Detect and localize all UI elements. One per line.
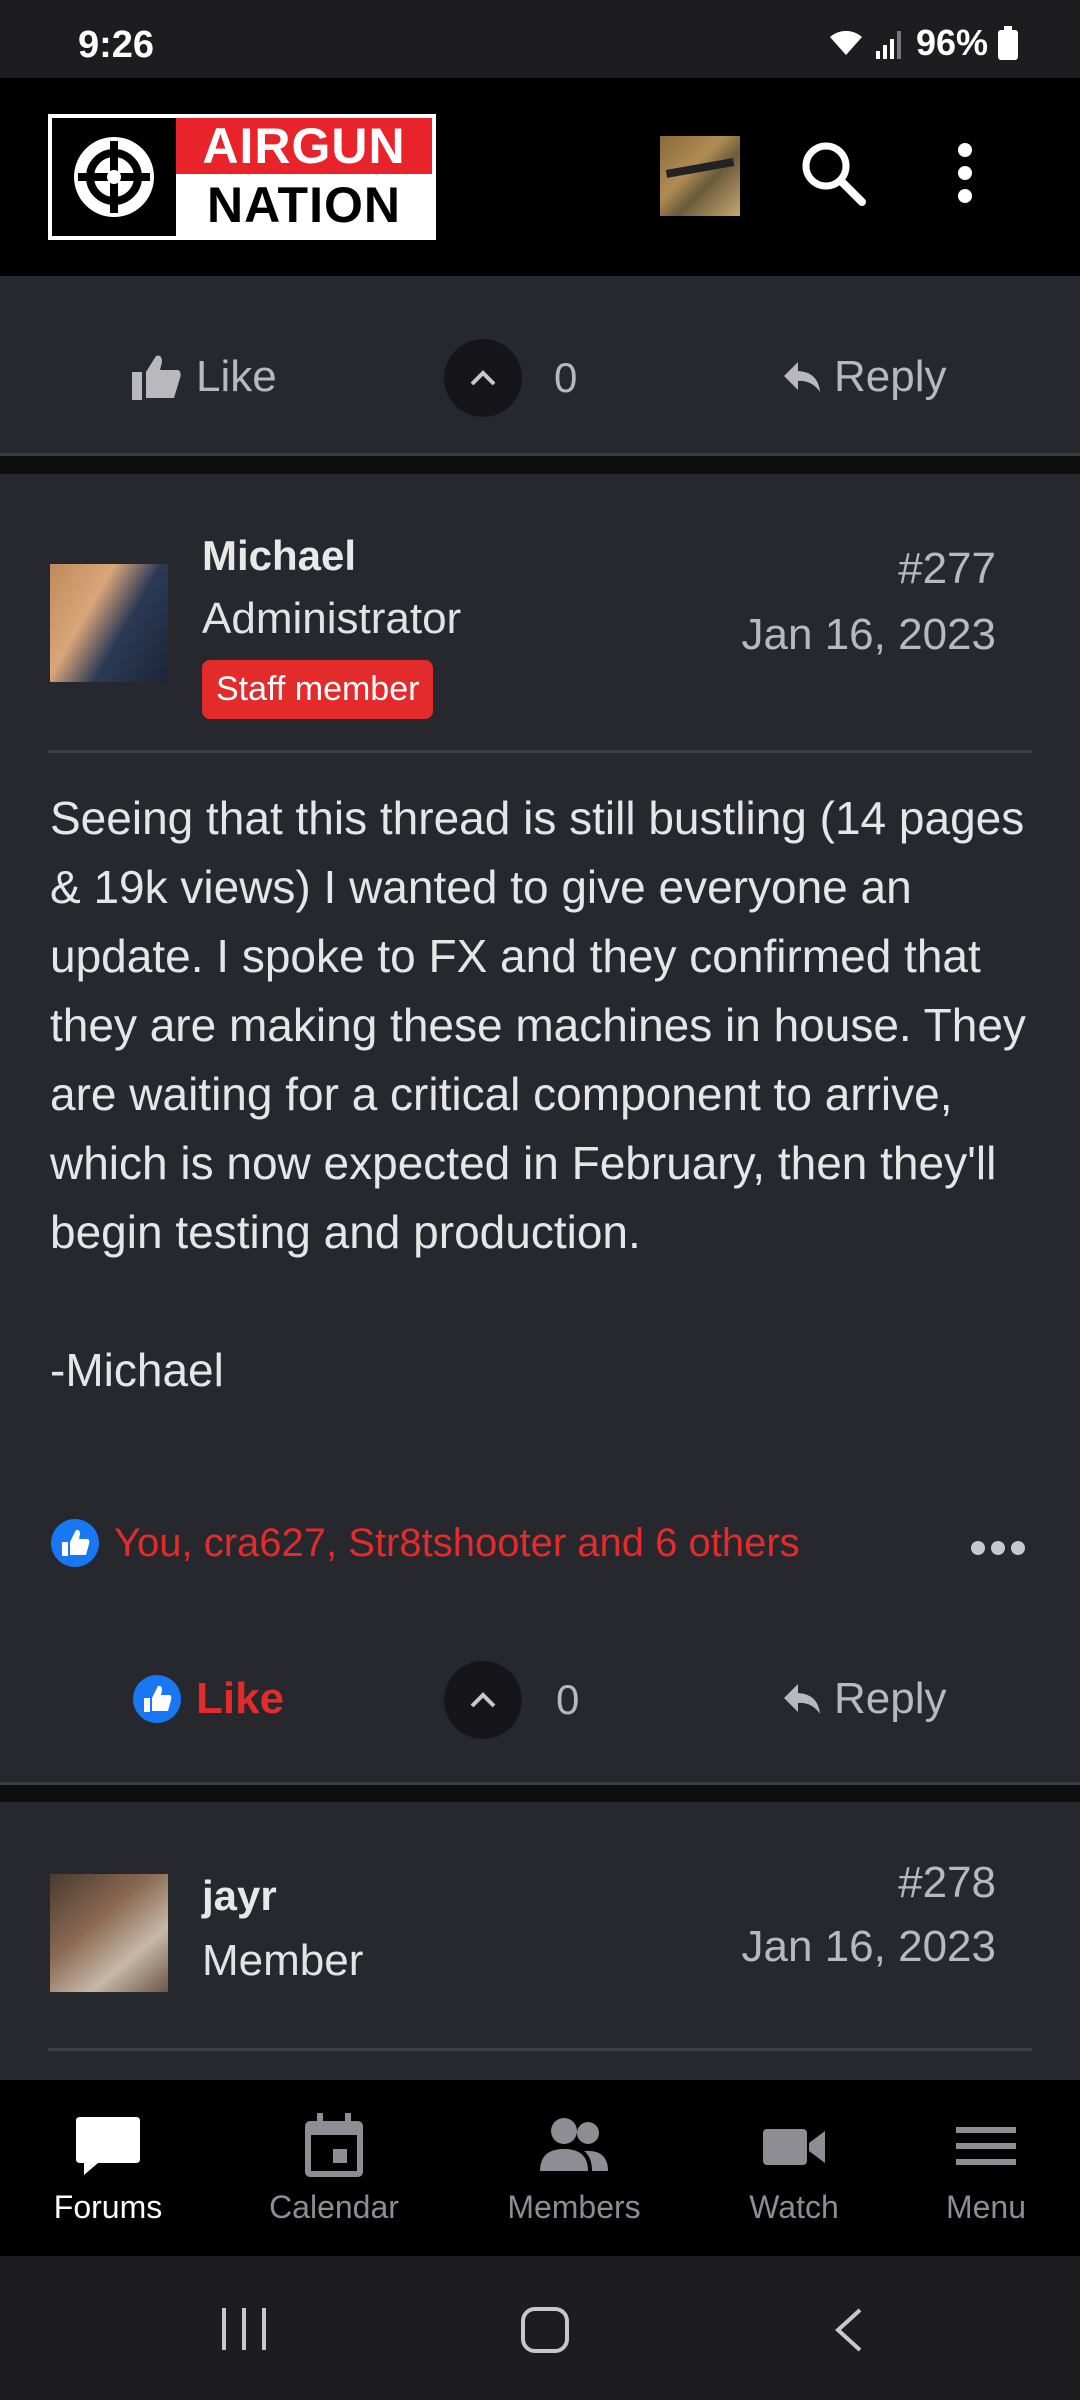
like-reaction-icon [51,1519,99,1567]
more-vert-icon[interactable] [940,138,990,208]
post-paragraph: Seeing that this thread is still bustlin… [50,792,1026,1258]
reply-icon [784,1684,820,1714]
nav-label: Watch [749,2188,839,2225]
reply-label: Reply [834,1674,947,1723]
members-icon [540,2117,608,2171]
post-date[interactable]: Jan 16, 2023 [742,1922,996,1972]
status-time: 9:26 [78,24,155,66]
upvote-button[interactable] [444,1661,522,1739]
post-278: jayr Member #278 Jan 16, 2023 [0,1802,1080,2078]
author-avatar[interactable] [50,1874,168,1992]
post-date[interactable]: Jan 16, 2023 [742,610,996,660]
post-number[interactable]: #277 [898,544,996,594]
menu-icon [956,2126,1016,2165]
reactions-text[interactable]: You, cra627, Str8tshooter and 6 others [114,1521,800,1566]
reply-label: Reply [834,352,947,401]
reactions-row[interactable]: You, cra627, Str8tshooter and 6 others [50,1518,800,1568]
author-name[interactable]: Michael [202,532,356,580]
nav-forums[interactable]: Forums [30,2080,186,2258]
airgun-nation-logo[interactable]: AIRGUN NATION [48,114,436,240]
search-icon[interactable] [798,138,868,208]
signal-icon [875,31,901,59]
calendar-icon [305,2112,363,2177]
user-avatar[interactable] [660,136,740,216]
status-icons: 96% [826,22,1018,64]
prev-post-actions: Like 0 Reply [0,276,1080,456]
recent-apps-icon[interactable] [220,2306,268,2352]
nav-members[interactable]: Members [496,2080,652,2258]
more-horiz-icon[interactable] [970,1540,1026,1556]
nav-label: Menu [945,2188,1027,2225]
reply-button[interactable]: Reply [782,352,947,402]
vote-count: 0 [556,1676,580,1723]
nav-label: Forums [53,2188,163,2225]
video-icon [763,2128,825,2165]
author-role: Administrator [202,594,462,643]
chevron-up-icon [470,1692,496,1708]
thread-content[interactable]: Like 0 Reply Michael Administrator Staff… [0,276,1080,2078]
reply-icon [784,362,820,392]
logo-wordmark: AIRGUN NATION [176,118,432,236]
upvote-button[interactable] [444,339,522,417]
post-signature: -Michael [50,1344,224,1396]
like-reaction-icon [133,1675,181,1723]
status-bar: 9:26 96% [0,0,1080,78]
staff-badge: Staff member [202,660,434,719]
crosshair-logo-icon [52,118,176,236]
reply-button[interactable]: Reply [782,1674,947,1724]
post-277: Michael Administrator Staff member #277 … [0,474,1080,1784]
logo-bottom-text: NATION [176,174,432,236]
battery-percent: 96% [915,22,988,63]
post-number[interactable]: #278 [898,1858,996,1908]
back-icon[interactable] [830,2306,866,2354]
nav-calendar[interactable]: Calendar [256,2080,412,2258]
divider [48,2048,1032,2051]
home-icon[interactable] [520,2306,570,2354]
like-label: Like [196,352,277,401]
forums-icon [76,2116,140,2175]
nav-menu[interactable]: Menu [908,2080,1064,2258]
nav-watch[interactable]: Watch [716,2080,872,2258]
nav-label: Members [507,2188,641,2225]
nav-label: Calendar [269,2188,399,2225]
like-button[interactable]: Like [132,1674,284,1724]
author-name[interactable]: jayr [202,1872,277,1920]
vote-count: 0 [554,354,578,401]
author-avatar[interactable] [50,564,168,682]
battery-icon [998,26,1018,60]
like-label: Like [196,1674,285,1723]
logo-top-text: AIRGUN [176,118,432,174]
chevron-up-icon [470,370,496,386]
author-role: Member [202,1936,364,1985]
thumbs-up-icon [132,355,181,400]
post-body: Seeing that this thread is still bustlin… [50,784,1030,1405]
like-button[interactable]: Like [132,352,277,402]
post-separator [0,1782,1080,1785]
system-navigation-bar [0,2256,1080,2400]
app-header: AIRGUN NATION [0,78,1080,276]
bottom-navigation: Forums Calendar Members Watch Menu [0,2078,1080,2256]
wifi-icon [829,30,862,55]
divider [48,750,1032,753]
